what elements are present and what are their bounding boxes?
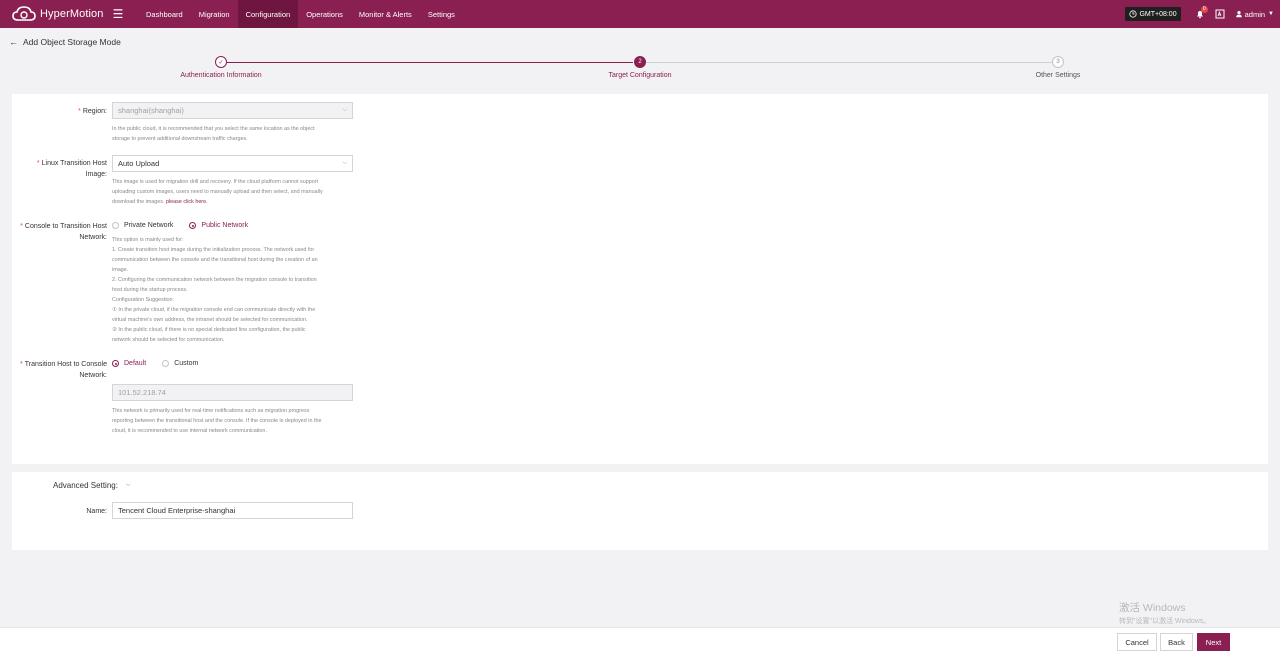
- user-menu[interactable]: admin ▼: [1235, 10, 1274, 19]
- step-2-circle: 2: [634, 56, 646, 68]
- cloud-logo-icon: [12, 6, 36, 21]
- console-network-help: This option is mainly used for: 1. Creat…: [112, 237, 318, 343]
- user-icon: [1235, 11, 1242, 18]
- chevron-down-icon: ⌵: [342, 160, 347, 166]
- step-connector-todo: [646, 62, 1052, 63]
- host-network-label: * Transition Host to Console Network:: [20, 361, 107, 379]
- region-help: In the public cloud, it is recommended t…: [112, 126, 315, 142]
- clock-icon: [1129, 10, 1138, 18]
- name-input[interactable]: Tencent Cloud Enterprise-shanghai: [112, 502, 353, 519]
- nav-migration[interactable]: Migration: [191, 0, 238, 28]
- console-network-radio-group: Private Network Public Network: [112, 222, 264, 229]
- nav-configuration[interactable]: Configuration: [237, 0, 299, 28]
- nav-operations[interactable]: Operations: [298, 0, 351, 28]
- radio-default[interactable]: Default: [112, 360, 146, 367]
- advanced-setting-card: Advanced Setting: ⌵ Name: Tencent Cloud …: [12, 472, 1268, 550]
- radio-circle-icon: [112, 222, 119, 229]
- chevron-down-icon: ▼: [1268, 11, 1274, 17]
- user-name: admin: [1244, 9, 1266, 19]
- name-label: Name:: [86, 508, 107, 515]
- radio-private-network[interactable]: Private Network: [112, 222, 173, 229]
- advanced-setting-toggle[interactable]: Advanced Setting: ⌵: [53, 481, 131, 490]
- click-here-link[interactable]: please click here.: [166, 199, 208, 205]
- page-header: ← Add Object Storage Mode: [9, 37, 121, 47]
- host-network-radio-group: Default Custom: [112, 360, 214, 367]
- console-network-label: * Console to Transition Host Network:: [20, 223, 107, 241]
- wizard-stepper: ✓ Authentication Information 2 Target Co…: [0, 56, 1280, 88]
- radio-selected-icon: [189, 222, 197, 229]
- target-config-card: * Region: shanghai(shanghai) ⌵ In the pub…: [12, 94, 1268, 464]
- region-select[interactable]: shanghai(shanghai) ⌵: [112, 102, 353, 119]
- radio-custom[interactable]: Custom: [162, 360, 198, 367]
- menu-toggle-icon[interactable]: ☰: [108, 0, 128, 28]
- notifications-button[interactable]: 0: [1191, 5, 1209, 23]
- radio-selected-icon: [112, 360, 119, 367]
- app-name: HyperMotion: [40, 8, 104, 20]
- back-arrow-icon[interactable]: ←: [9, 37, 18, 47]
- step-3-circle: 3: [1052, 56, 1064, 68]
- step-2-label: Target Configuration: [608, 72, 672, 79]
- notification-count-badge: 0: [1200, 6, 1208, 13]
- step-1-label: Authentication Information: [180, 72, 262, 79]
- footer-actions: Cancel Back Next: [0, 627, 1280, 655]
- nav-monitor-alerts[interactable]: Monitor & Alerts: [351, 0, 420, 28]
- step-connector-done: [227, 62, 633, 63]
- region-label: * Region:: [78, 108, 107, 115]
- nav-settings[interactable]: Settings: [420, 0, 463, 28]
- step-3-label: Other Settings: [1035, 72, 1081, 79]
- step-1-check-icon: ✓: [215, 56, 227, 68]
- nav-dashboard[interactable]: Dashboard: [138, 0, 191, 28]
- page-title: Add Object Storage Mode: [23, 37, 121, 47]
- radio-circle-icon: [162, 360, 170, 367]
- next-button[interactable]: Next: [1197, 633, 1230, 651]
- language-icon: [1215, 9, 1225, 19]
- host-network-help: This network is primarily used for real-…: [112, 408, 322, 434]
- timezone-badge[interactable]: GMT+08:00: [1125, 7, 1181, 21]
- language-button[interactable]: [1211, 5, 1229, 23]
- linux-image-select[interactable]: Auto Upload ⌵: [112, 155, 353, 172]
- app-logo[interactable]: HyperMotion: [0, 5, 106, 23]
- windows-activation-watermark: 激活 Windows 转到"设置"以激活 Windows。: [1119, 602, 1211, 625]
- radio-public-network[interactable]: Public Network: [189, 222, 248, 229]
- top-nav-bar: HyperMotion ☰ Dashboard Migration Config…: [0, 0, 1280, 28]
- chevron-down-icon: ⌵: [125, 482, 131, 488]
- host-network-ip-input[interactable]: 101.52.218.74: [112, 384, 353, 401]
- chevron-down-icon: ⌵: [342, 107, 347, 113]
- timezone-label: GMT+08:00: [1139, 10, 1177, 18]
- back-button[interactable]: Back: [1160, 633, 1193, 651]
- cancel-button[interactable]: Cancel: [1117, 633, 1157, 651]
- linux-image-label: * Linux Transition Host Image:: [36, 160, 107, 178]
- linux-image-help: This image is used for migration drill a…: [112, 179, 323, 205]
